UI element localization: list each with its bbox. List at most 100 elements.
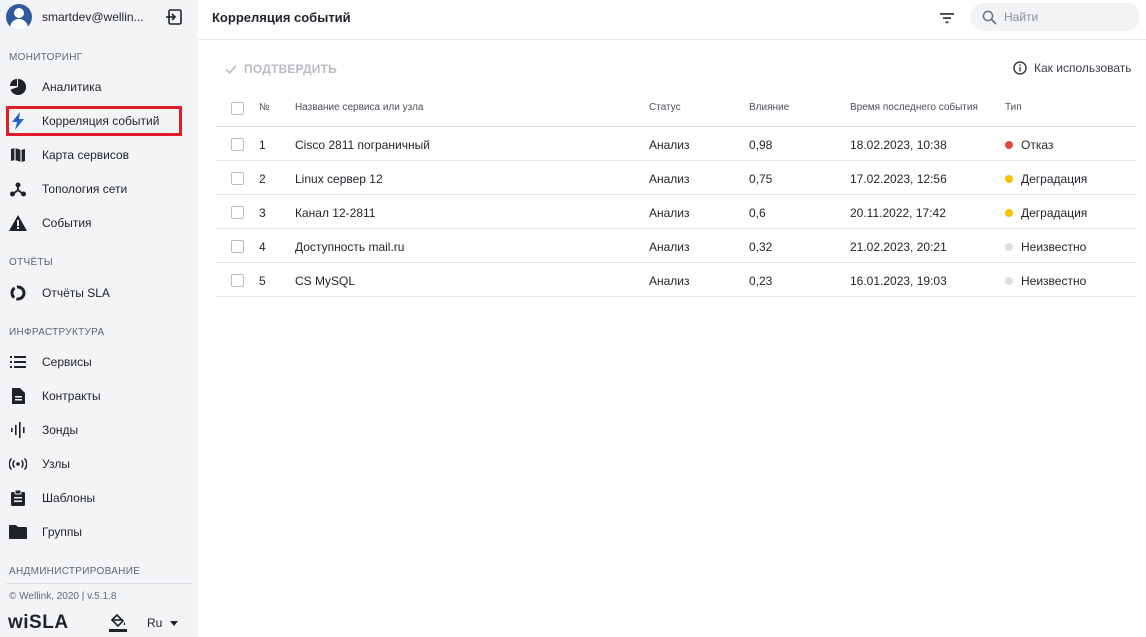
- sidebar-item-label: Контракты: [42, 389, 101, 403]
- cell-status: Анализ: [649, 240, 690, 254]
- user-name[interactable]: smartdev@wellin...: [42, 10, 144, 24]
- table-row[interactable]: 3 Канал 12-2811 Анализ 0,6 20.11.2022, 1…: [216, 195, 1136, 229]
- section-title-administration: АНДМИНИСТРИРОВАНИЕ: [9, 566, 141, 577]
- lightning-icon: [9, 112, 27, 130]
- sidebar-item-sla-reports[interactable]: Отчёты SLA: [6, 278, 182, 308]
- row-checkbox[interactable]: [231, 172, 244, 185]
- cell-impact: 0,6: [749, 206, 766, 220]
- cell-impact: 0,23: [749, 274, 773, 288]
- sidebar-item-service-map[interactable]: Карта сервисов: [6, 140, 182, 170]
- warning-icon: [9, 214, 27, 232]
- cell-status: Анализ: [649, 274, 690, 288]
- cell-impact: 0,75: [749, 172, 773, 186]
- document-icon: [9, 387, 27, 405]
- filter-icon[interactable]: [938, 9, 956, 27]
- cell-impact: 0,98: [749, 138, 773, 152]
- search-box[interactable]: [970, 3, 1140, 31]
- sidebar-item-label: Шаблоны: [42, 491, 96, 505]
- sidebar-item-label: Карта сервисов: [42, 148, 130, 162]
- type-label: Деградация: [1021, 206, 1088, 220]
- select-all-checkbox[interactable]: [231, 102, 244, 115]
- cell-num: 4: [259, 240, 266, 254]
- cell-last-event: 20.11.2022, 17:42: [850, 206, 946, 220]
- logo: wiSLA: [8, 612, 69, 633]
- status-dot-icon: [1005, 141, 1013, 149]
- logout-icon[interactable]: [165, 8, 183, 26]
- cell-status: Анализ: [649, 206, 690, 220]
- sidebar-item-network-topology[interactable]: Топология сети: [6, 174, 182, 204]
- cell-status: Анализ: [649, 172, 690, 186]
- user-row: smartdev@wellin...: [0, 0, 198, 36]
- donut-icon: [9, 284, 27, 302]
- cell-impact: 0,32: [749, 240, 773, 254]
- column-header-last-event[interactable]: Время последнего события: [850, 102, 978, 113]
- language-select[interactable]: Ru: [147, 616, 162, 630]
- cell-num: 1: [259, 138, 266, 152]
- page-title: Корреляция событий: [212, 10, 351, 25]
- sidebar-item-event-correlation[interactable]: Корреляция событий: [6, 106, 182, 136]
- column-header-status[interactable]: Статус: [649, 102, 681, 113]
- type-label: Неизвестно: [1021, 240, 1087, 254]
- search-input[interactable]: [1004, 7, 1134, 27]
- confirm-button-label: ПОДТВЕРДИТЬ: [244, 62, 337, 76]
- confirm-button[interactable]: ПОДТВЕРДИТЬ: [224, 60, 337, 78]
- sidebar-item-label: События: [42, 216, 92, 230]
- copyright: © Wellink, 2020 | v.5.1.8: [9, 591, 117, 602]
- table-row[interactable]: 2 Linux сервер 12 Анализ 0,75 17.02.2023…: [216, 161, 1136, 195]
- list-icon: [9, 353, 27, 371]
- sidebar-item-contracts[interactable]: Контракты: [6, 381, 182, 411]
- clipboard-icon: [9, 489, 27, 507]
- topology-icon: [9, 180, 27, 198]
- cell-num: 5: [259, 274, 266, 288]
- cell-type: Деградация: [1005, 206, 1087, 220]
- sidebar-item-groups[interactable]: Группы: [6, 517, 182, 547]
- row-checkbox[interactable]: [231, 240, 244, 253]
- column-header-name[interactable]: Название сервиса или узла: [295, 102, 423, 113]
- cell-name: Канал 12-2811: [295, 206, 376, 220]
- row-checkbox[interactable]: [231, 206, 244, 219]
- cell-name: Cisco 2811 пограничный: [295, 138, 430, 152]
- cell-status: Анализ: [649, 138, 690, 152]
- radio-waves-icon: [9, 455, 27, 473]
- cell-name: Linux сервер 12: [295, 172, 383, 186]
- status-dot-icon: [1005, 175, 1013, 183]
- paint-bucket-icon[interactable]: [108, 612, 128, 632]
- sidebar-divider: [6, 583, 192, 584]
- table-row[interactable]: 5 CS MySQL Анализ 0,23 16.01.2023, 19:03…: [216, 263, 1136, 297]
- column-header-impact[interactable]: Влияние: [749, 102, 789, 113]
- status-dot-icon: [1005, 277, 1013, 285]
- column-header-num[interactable]: №: [259, 102, 270, 113]
- table-header: № Название сервиса или узла Статус Влиян…: [216, 92, 1136, 127]
- table-row[interactable]: 4 Доступность mail.ru Анализ 0,32 21.02.…: [216, 229, 1136, 263]
- avatar[interactable]: [6, 4, 32, 30]
- cell-last-event: 18.02.2023, 10:38: [850, 138, 947, 152]
- column-header-type[interactable]: Тип: [1005, 102, 1022, 113]
- cell-type: Неизвестно: [1005, 240, 1086, 254]
- cell-type: Неизвестно: [1005, 274, 1086, 288]
- sidebar-item-probes[interactable]: Зонды: [6, 415, 182, 445]
- table-row[interactable]: 1 Cisco 2811 пограничный Анализ 0,98 18.…: [216, 127, 1136, 161]
- sidebar-item-label: Сервисы: [42, 355, 92, 369]
- how-to-use-label: Как использовать: [1034, 61, 1132, 75]
- sidebar-item-label: Топология сети: [42, 182, 128, 196]
- sidebar-item-nodes[interactable]: Узлы: [6, 449, 182, 479]
- sidebar-item-events[interactable]: События: [6, 208, 182, 238]
- section-title-infrastructure: ИНФРАСТРУКТУРА: [9, 327, 105, 338]
- sidebar-item-templates[interactable]: Шаблоны: [6, 483, 182, 513]
- status-dot-icon: [1005, 243, 1013, 251]
- sidebar-item-services[interactable]: Сервисы: [6, 347, 182, 377]
- row-checkbox[interactable]: [231, 138, 244, 151]
- status-dot-icon: [1005, 209, 1013, 217]
- cell-name: Доступность mail.ru: [295, 240, 405, 254]
- cell-num: 2: [259, 172, 266, 186]
- chevron-down-icon[interactable]: [170, 621, 178, 626]
- sidebar-item-label: Зонды: [42, 423, 79, 437]
- info-icon: [1013, 61, 1027, 75]
- sidebar-item-label: Отчёты SLA: [42, 286, 110, 300]
- sidebar-item-analytics[interactable]: Аналитика: [6, 72, 182, 102]
- type-label: Неизвестно: [1021, 274, 1087, 288]
- cell-name: CS MySQL: [295, 274, 356, 288]
- how-to-use-link[interactable]: Как использовать: [1013, 61, 1132, 75]
- row-checkbox[interactable]: [231, 274, 244, 287]
- header: Корреляция событий: [198, 0, 1146, 40]
